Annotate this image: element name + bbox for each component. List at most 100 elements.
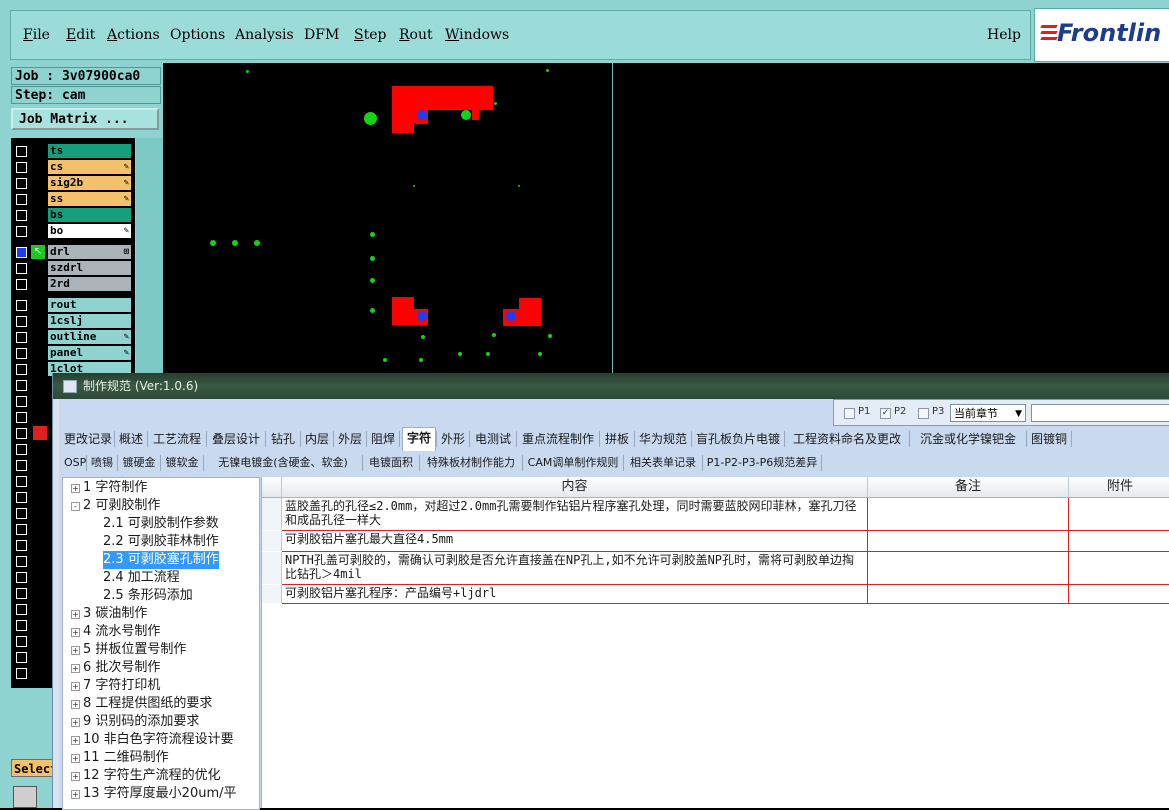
tab-4[interactable]: 无镍电镀金(含硬金、软金)	[206, 453, 360, 473]
tree-item[interactable]: 6 批次号制作	[83, 659, 160, 677]
layer-name[interactable]: panel ✎	[48, 346, 131, 360]
menu-edit[interactable]: Edit	[66, 27, 95, 43]
layer-checkbox[interactable]	[16, 210, 27, 221]
tab-10[interactable]: 电测试	[472, 429, 514, 449]
tab-9[interactable]: 外形	[439, 429, 467, 449]
expand-icon[interactable]: +	[71, 790, 80, 799]
job-matrix-button[interactable]: Job Matrix ...	[11, 108, 159, 130]
tab-13[interactable]: 华为规范	[637, 429, 689, 449]
cell-attachment[interactable]	[1069, 585, 1169, 603]
layer-row[interactable]: ss ✎	[11, 192, 135, 206]
expand-icon[interactable]: +	[71, 628, 80, 637]
tree-item[interactable]: 5 拼板位置号制作	[83, 641, 186, 659]
p3-checkbox[interactable]	[918, 408, 929, 419]
tab-1[interactable]: 概述	[117, 429, 145, 449]
cell-note[interactable]	[868, 552, 1068, 584]
cell-content[interactable]: 可剥胶铝片塞孔最大直径4.5mm	[282, 531, 867, 551]
layer-row[interactable]: 2rd	[11, 277, 135, 291]
cell-note[interactable]	[868, 585, 1068, 603]
menu-dfm[interactable]: DFM	[304, 27, 339, 43]
menu-file[interactable]: File	[23, 27, 50, 43]
tab-7[interactable]: CAM调单制作规则	[525, 453, 621, 473]
layer-checkbox[interactable]	[16, 263, 27, 274]
p1-checkbox[interactable]	[844, 408, 855, 419]
layer-checkbox[interactable]	[16, 572, 27, 583]
tab-16[interactable]: 沉金或化学镍钯金	[912, 429, 1024, 449]
tab-5[interactable]: 电镀面积	[365, 453, 417, 473]
tree-item[interactable]: 2 可剥胶制作	[83, 497, 160, 515]
tree-item[interactable]: 2.1 可剥胶制作参数	[103, 515, 219, 533]
expand-icon[interactable]: +	[71, 610, 80, 619]
column-header-attachment[interactable]: 附件	[1069, 477, 1169, 497]
tree-item[interactable]: 1 字符制作	[83, 479, 147, 497]
row-selector[interactable]	[262, 552, 282, 584]
cell-note[interactable]	[868, 498, 1068, 530]
tab-3[interactable]: 镀软金	[163, 453, 201, 473]
tab-11[interactable]: 重点流程制作	[519, 429, 597, 449]
tree-item[interactable]: 2.4 加工流程	[103, 569, 180, 587]
layer-row[interactable]: panel ✎	[11, 346, 135, 360]
layer-row[interactable]: cs ✎	[11, 160, 135, 174]
layer-checkbox[interactable]	[16, 300, 27, 311]
layer-row[interactable]: ↖ drl ⊞	[11, 245, 135, 259]
expand-icon[interactable]: +	[71, 700, 80, 709]
layer-name[interactable]: ts	[48, 144, 131, 158]
layer-checkbox[interactable]	[16, 444, 27, 455]
tab-8[interactable]: 相关表单记录	[626, 453, 700, 473]
column-header-note[interactable]: 备注	[868, 477, 1068, 497]
expand-icon[interactable]: +	[71, 682, 80, 691]
graphics-canvas[interactable]	[163, 63, 1169, 373]
expand-icon[interactable]: +	[71, 718, 80, 727]
column-header-content[interactable]: 内容	[282, 477, 867, 497]
layer-checkbox[interactable]	[16, 146, 27, 157]
tree-item[interactable]: 2.2 可剥胶菲林制作	[103, 533, 219, 551]
zoom-tool-icon[interactable]	[13, 786, 37, 808]
tab-4[interactable]: 钻孔	[268, 429, 298, 449]
select-button[interactable]: Select	[11, 759, 53, 777]
expand-icon[interactable]: +	[71, 646, 80, 655]
tab-14[interactable]: 盲孔板负片电镀	[694, 429, 782, 449]
row-selector[interactable]	[262, 498, 282, 530]
cell-attachment[interactable]	[1069, 552, 1169, 584]
layer-checkbox[interactable]	[16, 604, 27, 615]
cell-content[interactable]: 可剥胶铝片塞孔程序：产品编号+ljdrl	[282, 585, 867, 603]
layer-checkbox[interactable]	[16, 226, 27, 237]
layer-name[interactable]: 1cslj	[48, 314, 131, 328]
collapse-icon[interactable]: -	[71, 502, 80, 511]
layer-name[interactable]: bo ✎	[48, 224, 131, 238]
tab-0[interactable]: OSP	[64, 453, 86, 473]
layer-checkbox[interactable]	[16, 316, 27, 327]
layer-name[interactable]: bs	[48, 208, 131, 222]
expand-icon[interactable]: +	[71, 484, 80, 493]
layer-checkbox[interactable]	[16, 194, 27, 205]
layer-name[interactable]: rout	[48, 298, 131, 312]
layer-checkbox[interactable]	[16, 524, 27, 535]
layer-checkbox[interactable]	[16, 492, 27, 503]
tab-12[interactable]: 拼板	[602, 429, 632, 449]
expand-icon[interactable]: +	[71, 664, 80, 673]
layer-row[interactable]: szdrl	[11, 261, 135, 275]
cell-attachment[interactable]	[1069, 498, 1169, 530]
layer-checkbox[interactable]	[16, 178, 27, 189]
layer-name[interactable]: 2rd	[48, 277, 131, 291]
tab-2[interactable]: 工艺流程	[150, 429, 204, 449]
layer-checkbox[interactable]	[16, 460, 27, 471]
tab-7[interactable]: 阻焊	[369, 429, 397, 449]
layer-row[interactable]: sig2b ✎	[11, 176, 135, 190]
table-row[interactable]: NPTH孔盖可剥胶的，需确认可剥胶是否允许直接盖在NP孔上,如不允许可剥胶盖NP…	[262, 552, 1169, 584]
layer-name[interactable]: sig2b ✎	[48, 176, 131, 190]
layer-row[interactable]: 1cslj	[11, 314, 135, 328]
tab-5[interactable]: 内层	[303, 429, 331, 449]
layer-checkbox[interactable]	[16, 396, 27, 407]
layer-checkbox[interactable]	[16, 162, 27, 173]
layer-checkbox[interactable]	[16, 540, 27, 551]
layer-checkbox[interactable]	[16, 476, 27, 487]
layer-checkbox[interactable]	[16, 279, 27, 290]
cell-content[interactable]: NPTH孔盖可剥胶的，需确认可剥胶是否允许直接盖在NP孔上,如不允许可剥胶盖NP…	[282, 552, 867, 584]
layer-checkbox[interactable]	[16, 380, 27, 391]
menu-actions[interactable]: Actions	[107, 27, 160, 43]
menu-rout[interactable]: Rout	[399, 27, 433, 43]
tree-item[interactable]: 3 碳油制作	[83, 605, 147, 623]
layer-checkbox[interactable]	[16, 247, 27, 258]
menu-help[interactable]: Help	[987, 27, 1021, 43]
